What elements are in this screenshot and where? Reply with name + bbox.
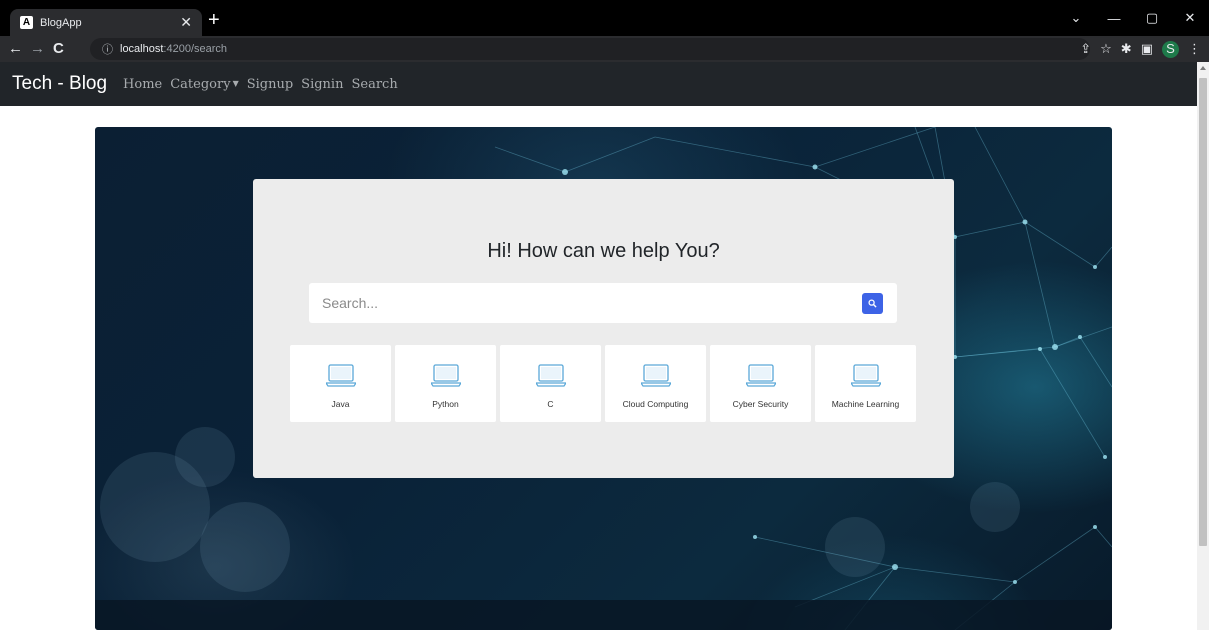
laptop-icon [431, 364, 461, 387]
category-label: Machine Learning [831, 399, 900, 409]
url-host: localhost [120, 43, 164, 55]
minimize-icon[interactable]: — [1095, 11, 1133, 26]
search-bar [309, 283, 897, 323]
url-field[interactable]: ⓘ localhost:4200/search [90, 38, 1090, 60]
forward-icon[interactable]: → [30, 39, 45, 59]
scroll-thumb[interactable] [1199, 78, 1207, 546]
category-label: C [547, 399, 554, 409]
menu-kebab-icon[interactable]: ⋮ [1188, 39, 1201, 59]
laptop-icon [851, 364, 881, 387]
category-card-cyber-security[interactable]: Cyber Security [710, 345, 811, 422]
laptop-icon [326, 364, 356, 387]
category-card-java[interactable]: Java [290, 345, 391, 422]
category-card-cloud-computing[interactable]: Cloud Computing [605, 345, 706, 422]
browser-tab[interactable]: A BlogApp ✕ [10, 9, 202, 36]
browser-tab-bar: A BlogApp ✕ + ⌄ — ▢ ✕ [0, 0, 1209, 36]
tab-search-icon[interactable]: ⌄ [1057, 10, 1095, 26]
nav-category-dropdown[interactable]: Category ▼ [170, 77, 238, 92]
address-bar: ← → C ⓘ localhost:4200/search ⇪ ☆ ✱ ▣ S … [0, 36, 1209, 62]
side-panel-icon[interactable]: ▣ [1141, 39, 1153, 59]
search-button[interactable] [862, 293, 883, 314]
nav-search[interactable]: Search [351, 77, 397, 92]
reload-icon[interactable]: C [53, 39, 64, 59]
page-scrollbar[interactable] [1197, 62, 1209, 630]
back-icon[interactable]: ← [8, 39, 23, 59]
site-info-icon[interactable]: ⓘ [102, 41, 113, 57]
share-icon[interactable]: ⇪ [1080, 39, 1091, 59]
profile-avatar[interactable]: S [1162, 40, 1179, 58]
category-card-python[interactable]: Python [395, 345, 496, 422]
tab-title: BlogApp [40, 16, 82, 29]
search-input[interactable] [309, 283, 849, 323]
nav-signup[interactable]: Signup [247, 77, 293, 92]
tab-close-icon[interactable]: ✕ [180, 14, 192, 31]
nav-home[interactable]: Home [123, 77, 162, 92]
nav-signin[interactable]: Signin [301, 77, 343, 92]
laptop-icon [536, 364, 566, 387]
category-label: Java [331, 399, 350, 409]
extensions-puzzle-icon[interactable]: ✱ [1121, 39, 1132, 59]
category-card-machine-learning[interactable]: Machine Learning [815, 345, 916, 422]
url-path: :4200/search [163, 43, 228, 55]
laptop-icon [746, 364, 776, 387]
help-card: Hi! How can we help You? Java Python C C… [253, 179, 954, 478]
restore-icon[interactable]: ▢ [1133, 10, 1171, 26]
caret-down-icon: ▼ [232, 78, 239, 88]
bookmark-star-icon[interactable]: ☆ [1100, 39, 1112, 59]
window-controls: ⌄ — ▢ ✕ [1057, 0, 1209, 36]
close-window-icon[interactable]: ✕ [1171, 10, 1209, 26]
scroll-up-arrow-icon[interactable] [1200, 66, 1206, 70]
new-tab-icon[interactable]: + [208, 10, 220, 30]
nav-category-label: Category [170, 76, 231, 92]
toolbar-icons: ⇪ ☆ ✱ ▣ S ⋮ [1080, 39, 1201, 59]
category-label: Cyber Security [732, 399, 789, 409]
category-label: Cloud Computing [622, 399, 689, 409]
brand-logo[interactable]: Tech - Blog [12, 73, 107, 95]
category-label: Python [432, 399, 459, 409]
category-grid: Java Python C Cloud Computing Cyber Secu… [290, 345, 916, 422]
laptop-icon [641, 364, 671, 387]
site-navbar: Tech - Blog Home Category ▼ Signup Signin… [0, 62, 1197, 106]
angular-favicon-icon: A [20, 16, 33, 29]
hero-bottom-strip [95, 600, 1112, 630]
help-heading: Hi! How can we help You? [487, 240, 720, 262]
search-icon [868, 299, 877, 308]
category-card-c[interactable]: C [500, 345, 601, 422]
